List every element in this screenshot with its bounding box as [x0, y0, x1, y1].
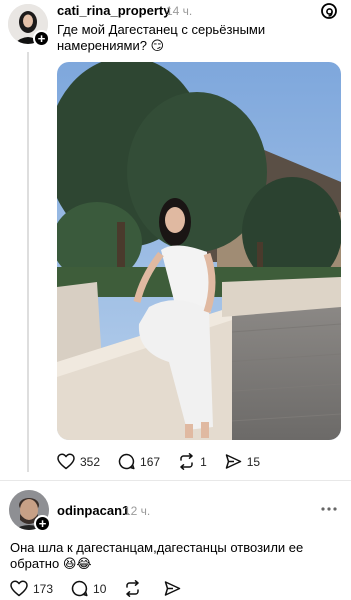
reply-actions: 173 10	[10, 580, 204, 597]
follow-plus-icon[interactable]: +	[34, 515, 51, 532]
follow-plus-icon[interactable]: +	[33, 30, 50, 47]
post-text: Где мой Дагестанец с серьёзными намерени…	[57, 22, 266, 53]
repost-icon	[180, 453, 193, 470]
repost-button[interactable]: 1	[178, 453, 207, 470]
like-button[interactable]: 173	[10, 580, 53, 597]
thread-line	[27, 52, 29, 472]
post-actions: 352 167 1 15	[57, 453, 278, 470]
send-icon	[225, 454, 241, 469]
send-icon	[165, 581, 181, 596]
comment-count: 167	[140, 454, 161, 469]
share-button[interactable]: 15	[225, 453, 260, 470]
heart-icon	[10, 580, 28, 597]
thread-post: + cati_rina_property 14 ч. Где мой Дагес…	[0, 0, 351, 478]
like-count: 352	[80, 454, 101, 469]
reply-text: Она шла к дагестанцам,дагестанцы отвозил…	[10, 540, 304, 571]
like-count: 173	[33, 581, 54, 596]
repost-button[interactable]	[124, 580, 146, 597]
share-button[interactable]	[164, 580, 186, 597]
comment-icon	[71, 580, 88, 597]
reply-username[interactable]: odinpacan1	[57, 503, 129, 518]
share-count: 15	[246, 454, 261, 469]
post-image	[57, 62, 341, 440]
threads-logo-icon[interactable]	[320, 2, 338, 25]
repost-count: 1	[200, 454, 207, 469]
like-button[interactable]: 352	[57, 453, 100, 470]
comment-icon	[118, 453, 135, 470]
comment-button[interactable]: 10	[71, 580, 106, 597]
comment-count: 10	[93, 581, 107, 596]
post-photo[interactable]	[57, 62, 341, 440]
post-time: 14 ч.	[166, 4, 193, 18]
repost-icon	[126, 580, 140, 597]
comment-button[interactable]: 167	[118, 453, 160, 470]
heart-icon	[57, 453, 75, 470]
more-options-icon[interactable]	[320, 502, 338, 520]
reply-time: 12 ч.	[124, 504, 151, 518]
post-username[interactable]: cati_rina_property	[57, 3, 170, 18]
